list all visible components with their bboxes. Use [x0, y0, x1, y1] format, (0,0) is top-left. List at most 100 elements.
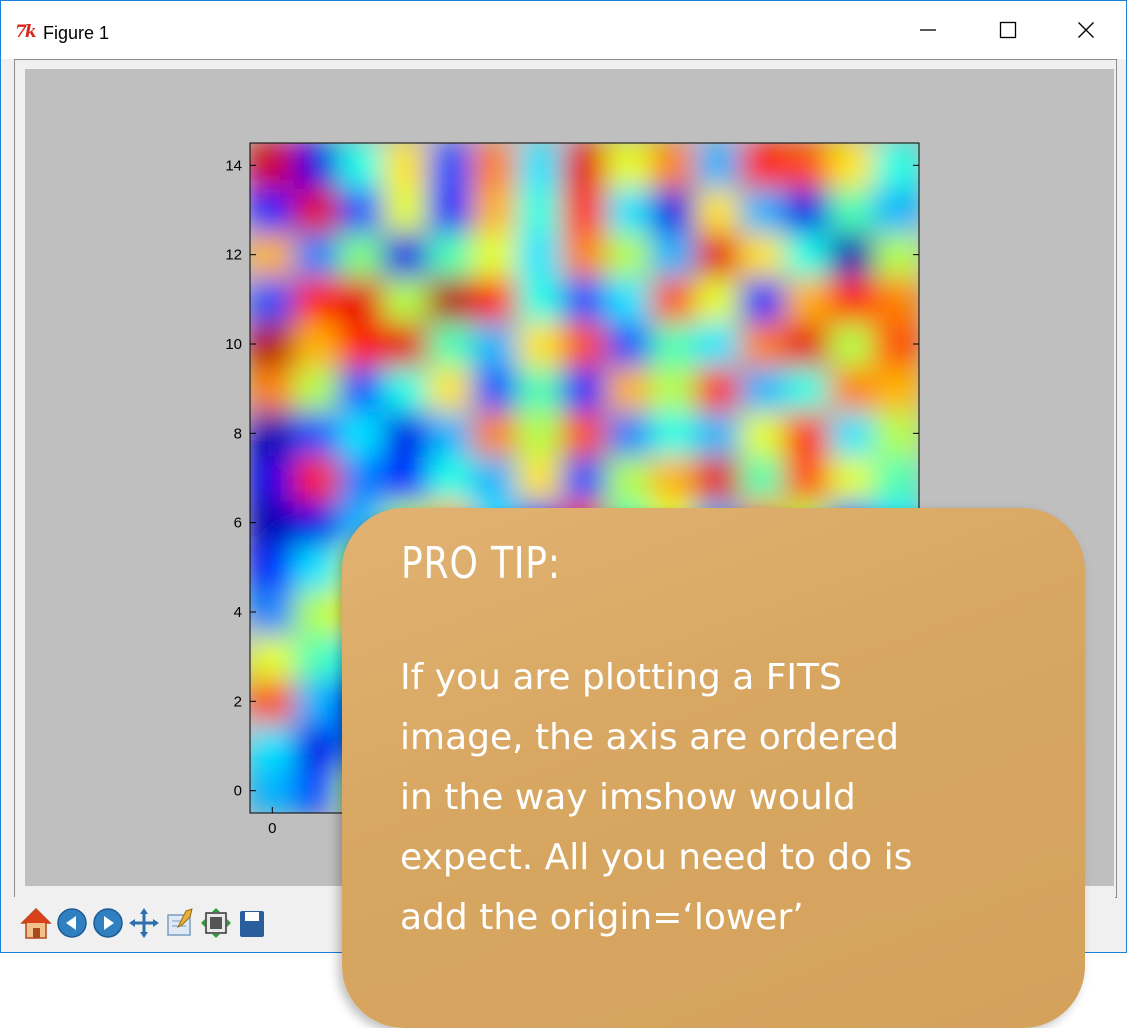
forward-icon [93, 908, 123, 938]
heatmap-cell [784, 320, 831, 368]
heatmap-cell [293, 633, 341, 680]
heatmap-cell [784, 276, 831, 323]
heatmap-cell [293, 678, 341, 725]
heatmap-cell [650, 231, 697, 278]
heatmap-cell [784, 410, 831, 457]
y-tick-label: 2 [234, 693, 242, 710]
heatmap-cell [516, 143, 564, 189]
heatmap-cell [427, 320, 474, 368]
heatmap-cell [382, 454, 430, 502]
y-tick-label: 12 [225, 247, 242, 264]
heatmap-cell [873, 186, 919, 234]
heatmap-cell [338, 365, 385, 412]
y-tick-label: 6 [234, 515, 242, 532]
heatmap-cell [293, 231, 341, 278]
heatmap-cell [605, 186, 653, 234]
heatmap-cell [739, 410, 787, 457]
heatmap-cell [695, 410, 742, 457]
configure-button[interactable] [198, 901, 234, 945]
heatmap-cell [650, 365, 697, 412]
heatmap-cell [516, 231, 564, 278]
back-button[interactable] [54, 901, 90, 945]
heatmap-cell [338, 143, 385, 189]
y-tick-label: 8 [234, 425, 242, 442]
home-button[interactable] [18, 901, 54, 945]
edit-subplots-icon [167, 908, 193, 936]
heatmap-cell [338, 186, 385, 234]
save-button[interactable] [234, 901, 270, 945]
heatmap-cell [695, 365, 742, 412]
heatmap-cell [739, 276, 787, 323]
heatmap-cell [382, 410, 430, 457]
heatmap-cell [873, 454, 919, 502]
heatmap-cell [382, 276, 430, 323]
heatmap-cell [561, 276, 608, 323]
heatmap-cell [382, 320, 430, 368]
heatmap-cell [250, 722, 296, 770]
heatmap-cell [695, 231, 742, 278]
x-tick-label: 0 [268, 820, 276, 837]
pro-tip-title: PRO TIP: [401, 538, 561, 589]
heatmap-cell [293, 499, 341, 546]
heatmap-cell [739, 365, 787, 412]
heatmap-cell [338, 320, 385, 368]
heatmap-cell [650, 454, 697, 502]
home-icon [20, 907, 52, 939]
heatmap-cell [650, 143, 697, 189]
forward-button[interactable] [90, 901, 126, 945]
heatmap-cell [561, 454, 608, 502]
heatmap-cell [739, 186, 787, 234]
heatmap-cell [427, 454, 474, 502]
heatmap-cell [516, 320, 564, 368]
heatmap-cell [472, 231, 519, 278]
heatmap-cell [516, 454, 564, 502]
heatmap-cell [427, 143, 474, 189]
heatmap-cell [650, 276, 697, 323]
heatmap-cell [472, 186, 519, 234]
heatmap-cell [695, 454, 742, 502]
edit-subplots-button[interactable] [162, 901, 198, 945]
heatmap-cell [561, 410, 608, 457]
heatmap-cell [427, 276, 474, 323]
heatmap-cell [784, 365, 831, 412]
heatmap-cell [427, 186, 474, 234]
heatmap-cell [828, 186, 876, 234]
heatmap-cell [873, 276, 919, 323]
heatmap-cell [516, 186, 564, 234]
heatmap-cell [293, 276, 341, 323]
heatmap-cell [250, 454, 296, 502]
heatmap-cell [250, 186, 296, 234]
heatmap-cell [427, 365, 474, 412]
pro-tip-body: If you are plotting a FITS image, the ax… [400, 657, 913, 938]
heatmap-cell [828, 454, 876, 502]
heatmap-cell [561, 143, 608, 189]
heatmap-cell [739, 143, 787, 189]
heatmap-cell [427, 410, 474, 457]
heatmap-cell [293, 588, 341, 636]
heatmap-cell [784, 454, 831, 502]
heatmap-cell [472, 410, 519, 457]
pan-icon [129, 908, 159, 938]
heatmap-cell [828, 365, 876, 412]
heatmap-cell [784, 143, 831, 189]
heatmap-cell [250, 633, 296, 680]
heatmap-cell [472, 276, 519, 323]
heatmap-cell [605, 410, 653, 457]
heatmap-cell [382, 186, 430, 234]
heatmap-cell [250, 365, 296, 412]
heatmap-cell [293, 767, 341, 813]
heatmap-cell [605, 454, 653, 502]
heatmap-cell [784, 231, 831, 278]
y-tick-label: 4 [234, 604, 242, 621]
heatmap-cell [605, 320, 653, 368]
pan-button[interactable] [126, 901, 162, 945]
heatmap-cell [293, 544, 341, 591]
heatmap-cell [561, 320, 608, 368]
heatmap-cell [516, 276, 564, 323]
back-icon [57, 908, 87, 938]
heatmap-cell [472, 320, 519, 368]
heatmap-cell [382, 231, 430, 278]
heatmap-cell [293, 143, 341, 189]
heatmap-cell [472, 365, 519, 412]
heatmap-cell [293, 186, 341, 234]
